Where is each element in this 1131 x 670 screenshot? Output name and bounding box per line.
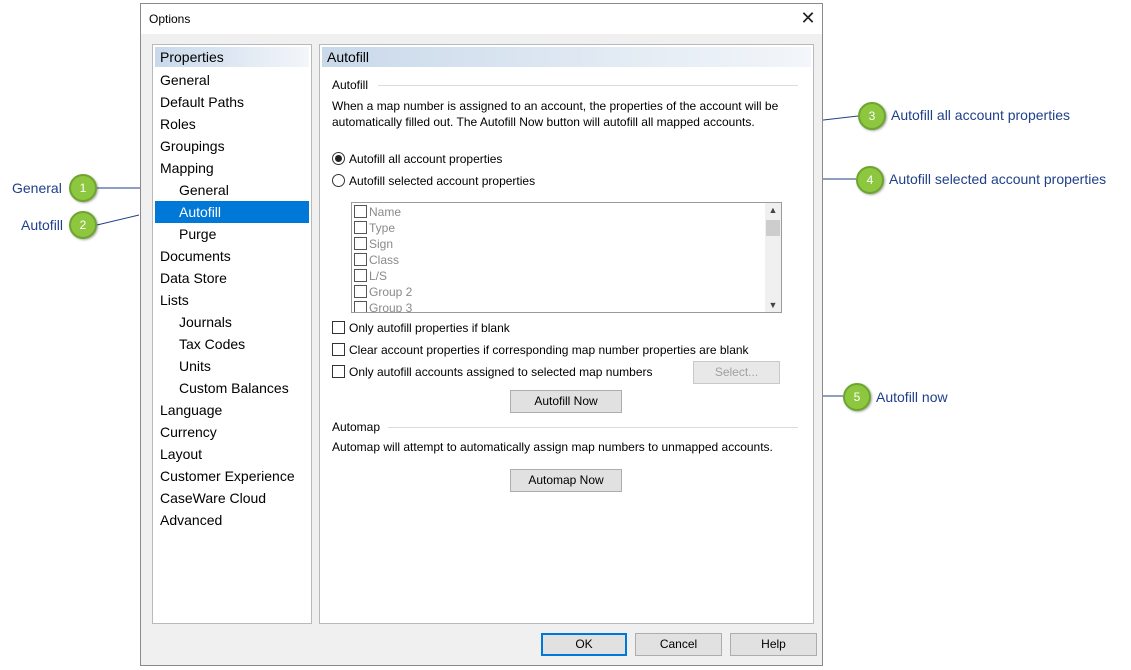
list-item[interactable]: Sign — [354, 236, 393, 252]
tree-item-mapping-general[interactable]: General — [155, 179, 309, 201]
check-clear-properties[interactable]: Clear account properties if correspondin… — [332, 341, 749, 359]
list-item-checkbox[interactable] — [354, 301, 367, 312]
tree-item-groupings[interactable]: Groupings — [155, 135, 309, 157]
check-clear-properties-label: Clear account properties if correspondin… — [349, 343, 749, 357]
tree-item-customer-experience[interactable]: Customer Experience — [155, 465, 309, 487]
check-only-assigned[interactable]: Only autofill accounts assigned to selec… — [332, 363, 653, 381]
tree-item-advanced[interactable]: Advanced — [155, 509, 309, 531]
autofill-page: Autofill Autofill When a map number is a… — [319, 44, 814, 624]
callout-line-2 — [96, 214, 140, 226]
tree-item-lists-custom-balances[interactable]: Custom Balances — [155, 377, 309, 399]
callout-badge-3: 3 — [858, 102, 886, 130]
tree-item-general[interactable]: General — [155, 69, 309, 91]
page-header-label: Autofill — [327, 49, 370, 65]
tree-item-language[interactable]: Language — [155, 399, 309, 421]
callout-label-2: Autofill — [21, 217, 64, 233]
tree-item-lists-tax-codes[interactable]: Tax Codes — [155, 333, 309, 355]
list-item[interactable]: Class — [354, 252, 399, 268]
check-only-if-blank-label: Only autofill properties if blank — [349, 321, 510, 335]
properties-header-label: Properties — [160, 49, 224, 65]
check-only-if-blank-box[interactable] — [332, 321, 345, 334]
property-listbox[interactable]: Name Type Sign Class L/S Group 2 Group 3… — [351, 202, 782, 313]
callout-label-5: Autofill now — [876, 389, 948, 405]
list-item-checkbox[interactable] — [354, 237, 367, 250]
list-item[interactable]: Group 3 — [354, 300, 412, 312]
automap-description: Automap will attempt to automatically as… — [332, 440, 773, 454]
automap-section-divider — [388, 427, 798, 428]
list-item-checkbox[interactable] — [354, 285, 367, 298]
listbox-scrollbar[interactable]: ▲ ▼ — [765, 203, 781, 312]
properties-header: Properties — [155, 47, 309, 67]
radio-autofill-selected-label: Autofill selected account properties — [349, 174, 536, 188]
tree-item-lists-units[interactable]: Units — [155, 355, 309, 377]
check-only-if-blank[interactable]: Only autofill properties if blank — [332, 319, 510, 337]
scroll-thumb[interactable] — [766, 220, 780, 236]
autofill-section-title: Autofill — [332, 78, 369, 92]
tree-item-data-store[interactable]: Data Store — [155, 267, 309, 289]
options-dialog: Options ✕ Properties General Default Pat… — [140, 3, 823, 666]
callout-label-4: Autofill selected account properties — [889, 171, 1107, 187]
tree-item-layout[interactable]: Layout — [155, 443, 309, 465]
tree-item-mapping[interactable]: Mapping — [155, 157, 309, 179]
scroll-up-icon[interactable]: ▲ — [765, 203, 781, 217]
select-button[interactable]: Select... — [693, 361, 780, 384]
radio-autofill-selected[interactable]: Autofill selected account properties — [332, 172, 535, 190]
autofill-description: When a map number is assigned to an acco… — [332, 99, 779, 129]
autofill-section-divider — [378, 85, 798, 86]
radio-autofill-all[interactable]: Autofill all account properties — [332, 150, 502, 168]
callout-badge-2: 2 — [69, 211, 97, 239]
automap-section-title: Automap — [332, 420, 381, 434]
callout-badge-4: 4 — [856, 166, 884, 194]
tree-item-currency[interactable]: Currency — [155, 421, 309, 443]
tree-item-mapping-autofill[interactable]: Autofill — [155, 201, 309, 223]
callout-label-1: General — [12, 180, 62, 196]
tree-item-documents[interactable]: Documents — [155, 245, 309, 267]
page-header: Autofill — [322, 47, 811, 67]
list-item[interactable]: Group 2 — [354, 284, 412, 300]
properties-tree: Properties General Default Paths Roles G… — [152, 44, 312, 624]
tree-item-caseware-cloud[interactable]: CaseWare Cloud — [155, 487, 309, 509]
close-icon[interactable]: ✕ — [797, 7, 819, 29]
scroll-down-icon[interactable]: ▼ — [765, 298, 781, 312]
automap-now-button[interactable]: Automap Now — [510, 469, 622, 492]
tree-item-mapping-purge[interactable]: Purge — [155, 223, 309, 245]
tree-item-lists[interactable]: Lists — [155, 289, 309, 311]
list-item[interactable]: Type — [354, 220, 395, 236]
check-only-assigned-label: Only autofill accounts assigned to selec… — [349, 365, 653, 379]
list-item[interactable]: Name — [354, 204, 401, 220]
tree-item-roles[interactable]: Roles — [155, 113, 309, 135]
help-button[interactable]: Help — [730, 633, 817, 656]
check-clear-properties-box[interactable] — [332, 343, 345, 356]
tree-item-default-paths[interactable]: Default Paths — [155, 91, 309, 113]
list-item-checkbox[interactable] — [354, 205, 367, 218]
tree-item-lists-journals[interactable]: Journals — [155, 311, 309, 333]
cancel-button[interactable]: Cancel — [635, 633, 722, 656]
ok-button[interactable]: OK — [541, 633, 627, 656]
title-bar: Options ✕ — [141, 4, 822, 34]
callout-label-3: Autofill all account properties — [891, 107, 1070, 123]
dialog-title: Options — [149, 12, 191, 26]
radio-autofill-selected-indicator[interactable] — [332, 174, 345, 187]
list-item[interactable]: L/S — [354, 268, 387, 284]
autofill-now-button[interactable]: Autofill Now — [510, 390, 622, 413]
radio-autofill-all-indicator[interactable] — [332, 152, 345, 165]
radio-autofill-all-label: Autofill all account properties — [349, 152, 503, 166]
callout-badge-1: 1 — [69, 174, 97, 202]
callout-badge-5: 5 — [843, 383, 871, 411]
check-only-assigned-box[interactable] — [332, 365, 345, 378]
list-item-checkbox[interactable] — [354, 221, 367, 234]
list-item-checkbox[interactable] — [354, 253, 367, 266]
list-item-checkbox[interactable] — [354, 269, 367, 282]
